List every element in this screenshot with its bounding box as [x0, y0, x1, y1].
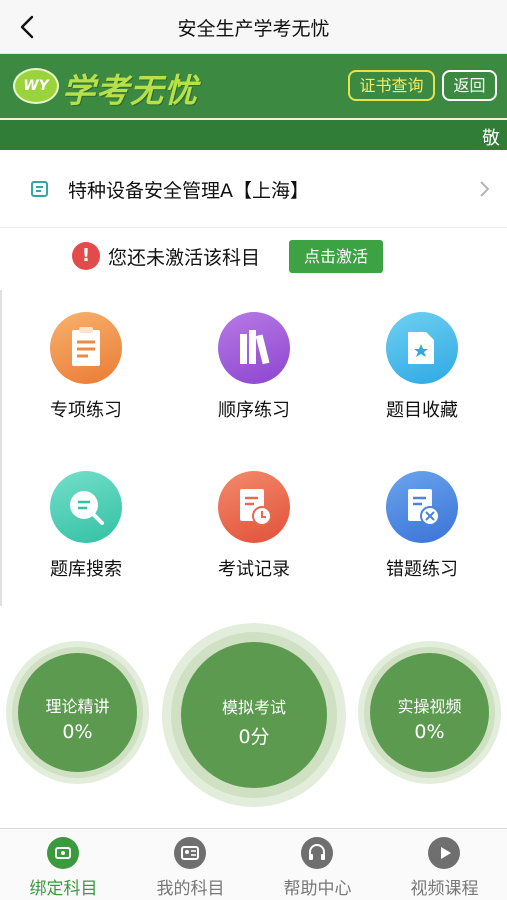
logo-text: 学考无忧 — [62, 71, 198, 110]
subject-name: 特种设备安全管理A【上海】 — [68, 180, 309, 202]
feature-bank-search[interactable]: 题库搜索 — [21, 471, 151, 601]
search-bubble-icon — [50, 471, 122, 543]
ring: 理论精讲 0% — [12, 647, 143, 778]
clock-doc-icon — [218, 471, 290, 543]
tab-my-subjects[interactable]: 我的科目 — [127, 829, 254, 900]
tab-label: 绑定科目 — [29, 879, 98, 899]
feature-favorites[interactable]: 题目收藏 — [357, 312, 487, 442]
feature-label: 考试记录 — [218, 559, 290, 580]
circle-title: 理论精讲 — [45, 697, 110, 716]
circle-value: 0% — [62, 721, 93, 743]
circle-value: 0% — [414, 721, 445, 743]
theory-lecture-circle[interactable]: 理论精讲 0% — [6, 641, 149, 784]
page-title: 安全生产学考无忧 — [177, 18, 330, 40]
tab-label: 我的科目 — [156, 879, 225, 899]
play-icon — [428, 837, 460, 869]
ticker-text: 敬 — [482, 128, 500, 149]
feature-label: 题库搜索 — [50, 559, 122, 580]
error-doc-icon — [386, 471, 458, 543]
circle-value: 0分 — [238, 726, 270, 748]
document-icon — [31, 181, 48, 197]
feature-special-practice[interactable]: 专项练习 — [21, 312, 151, 442]
feature-label: 顺序练习 — [218, 400, 290, 421]
ring: 实操视频 0% — [364, 647, 495, 778]
warning-icon: ! — [72, 242, 100, 270]
subject-row[interactable]: 特种设备安全管理A【上海】 — [0, 150, 507, 228]
circle-inner: 理论精讲 0% — [18, 653, 137, 772]
return-button[interactable]: 返回 — [442, 70, 497, 101]
circle-title: 实操视频 — [397, 697, 462, 716]
notice-text: 您还未激活该科目 — [108, 247, 261, 269]
books-icon — [218, 312, 290, 384]
divider — [0, 290, 2, 606]
bottom-tab-bar: 绑定科目 我的科目 帮助中心 视频课程 — [0, 828, 507, 900]
profile-card-icon — [174, 837, 206, 869]
practical-video-circle[interactable]: 实操视频 0% — [358, 641, 501, 784]
logo-badge: WY — [13, 68, 59, 104]
feature-sequential-practice[interactable]: 顺序练习 — [189, 312, 319, 442]
star-folder-icon — [386, 312, 458, 384]
feature-wrong-practice[interactable]: 错题练习 — [357, 471, 487, 601]
bind-icon — [47, 837, 79, 869]
tab-video-courses[interactable]: 视频课程 — [381, 829, 507, 900]
tab-help-center[interactable]: 帮助中心 — [254, 829, 381, 900]
tab-label: 帮助中心 — [283, 879, 352, 899]
certificate-query-button[interactable]: 证书查询 — [348, 70, 435, 101]
top-nav-bar: 安全生产学考无忧 — [0, 0, 507, 54]
clipboard-icon — [50, 312, 122, 384]
mock-exam-circle[interactable]: 模拟考试 0分 — [162, 623, 346, 807]
circle-title: 模拟考试 — [221, 698, 286, 717]
chevron-right-icon — [480, 181, 490, 197]
ring: 模拟考试 0分 — [171, 632, 337, 798]
tab-bind-subject[interactable]: 绑定科目 — [0, 829, 127, 900]
activate-button[interactable]: 点击激活 — [289, 240, 383, 273]
circle-inner: 实操视频 0% — [370, 653, 489, 772]
circle-inner: 模拟考试 0分 — [181, 642, 327, 788]
feature-label: 专项练习 — [50, 400, 122, 421]
feature-label: 题目收藏 — [386, 400, 458, 421]
feature-exam-records[interactable]: 考试记录 — [189, 471, 319, 601]
activation-notice: ! 您还未激活该科目 点击激活 — [0, 228, 507, 286]
help-headset-icon — [301, 837, 333, 869]
tab-label: 视频课程 — [410, 879, 479, 899]
feature-label: 错题练习 — [386, 559, 458, 580]
notice-ticker: 敬 — [0, 118, 507, 150]
